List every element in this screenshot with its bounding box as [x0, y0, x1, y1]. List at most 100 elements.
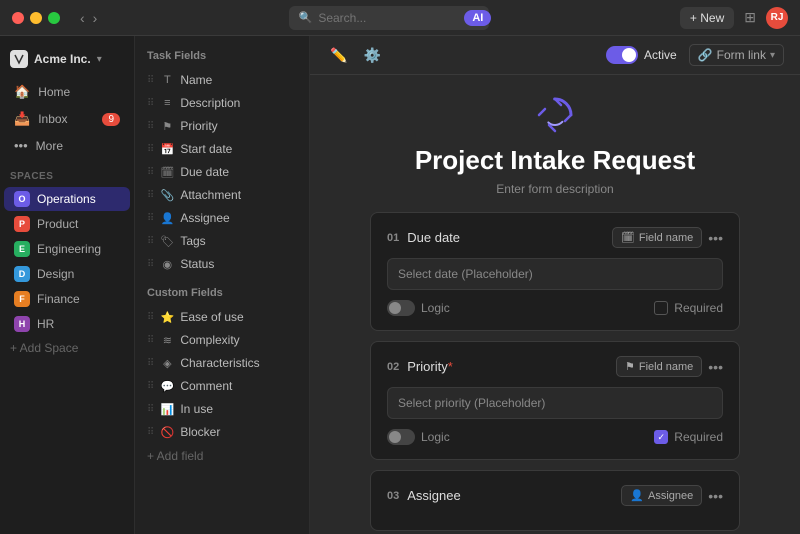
more-button[interactable]: ••• — [708, 488, 723, 504]
field-card-header: 02 Priority* ⚑ Field name ••• — [387, 356, 723, 377]
add-space-button[interactable]: + Add Space — [0, 337, 134, 359]
more-button[interactable]: ••• — [708, 230, 723, 246]
window-controls — [12, 12, 60, 24]
drag-handle: ⠿ — [147, 358, 154, 369]
sidebar-item-home[interactable]: 🏠 Home — [4, 79, 130, 105]
field-item-comment[interactable]: ⠿ 💬 Comment — [139, 375, 305, 397]
field-item-description[interactable]: ⠿ ≡ Description — [139, 92, 305, 114]
form-link-label: Form link — [717, 48, 766, 62]
settings-icon[interactable]: ⚙️ — [359, 45, 384, 66]
form-header: Project Intake Request Enter form descri… — [415, 75, 695, 212]
field-name-badge[interactable]: 🗓 Field name — [612, 227, 702, 248]
sidebar-item-inbox[interactable]: 📥 Inbox 9 — [4, 106, 130, 132]
field-item-assignee[interactable]: ⠿ 👤 Assignee — [139, 207, 305, 229]
field-item-priority[interactable]: ⠿ ⚑ Priority — [139, 115, 305, 137]
drag-handle: ⠿ — [147, 404, 154, 415]
drag-handle: ⠿ — [147, 144, 154, 155]
field-name-badge[interactable]: ⚑ Field name — [616, 356, 702, 377]
logic-toggle: Logic — [387, 300, 450, 316]
field-item-due-date[interactable]: ⠿ 🗓 Due date — [139, 161, 305, 183]
field-item-complexity[interactable]: ⠿ ≋ Complexity — [139, 329, 305, 351]
minimize-btn[interactable] — [30, 12, 42, 24]
maximize-btn[interactable] — [48, 12, 60, 24]
space-icon-hr: H — [14, 316, 30, 332]
field-label: Start date — [180, 142, 232, 156]
field-item-ease-of-use[interactable]: ⠿ ⭐ Ease of use — [139, 306, 305, 328]
sidebar-item-hr[interactable]: H HR — [4, 312, 130, 336]
toolbar-right: Active 🔗 Form link ▾ — [606, 44, 784, 66]
more-button[interactable]: ••• — [708, 359, 723, 375]
required-label: Required — [674, 430, 723, 444]
more-icon: ••• — [14, 138, 28, 153]
logic-toggle-switch[interactable] — [387, 429, 415, 445]
close-btn[interactable] — [12, 12, 24, 24]
required-checkbox[interactable] — [654, 301, 668, 315]
workspace-header[interactable]: Acme Inc. ▾ — [0, 44, 134, 74]
inbox-icon: 📥 — [14, 111, 30, 127]
sidebar-item-product[interactable]: P Product — [4, 212, 130, 236]
add-field-label: + Add field — [147, 449, 203, 463]
comment-icon: 💬 — [160, 380, 174, 393]
form-title: Project Intake Request — [415, 145, 695, 176]
field-input-due-date[interactable]: Select date (Placeholder) — [387, 258, 723, 290]
required-checkbox[interactable]: ✓ — [654, 430, 668, 444]
field-card-title: 03 Assignee — [387, 488, 461, 503]
field-footer: Logic ✓ Required — [387, 429, 723, 445]
field-item-tags[interactable]: ⠿ 🏷 Tags — [139, 230, 305, 252]
drag-handle: ⠿ — [147, 75, 154, 86]
field-item-status[interactable]: ⠿ ◉ Status — [139, 253, 305, 275]
form-description[interactable]: Enter form description — [415, 182, 695, 196]
field-label: Due date — [407, 230, 460, 245]
complexity-icon: ≋ — [160, 334, 174, 347]
nav-arrows: ‹ › — [80, 10, 97, 26]
field-item-blocker[interactable]: ⠿ 🚫 Blocker — [139, 421, 305, 443]
titlebar: ‹ › 🔍 AI + New ⊞ RJ — [0, 0, 800, 36]
search-bar[interactable]: 🔍 AI — [289, 6, 489, 30]
sidebar-item-engineering[interactable]: E Engineering — [4, 237, 130, 261]
drag-handle: ⠿ — [147, 121, 154, 132]
due-date-icon: 🗓 — [160, 166, 174, 179]
custom-fields-label: Custom Fields — [135, 283, 309, 305]
back-icon[interactable]: ‹ — [80, 10, 85, 26]
field-item-in-use[interactable]: ⠿ 📊 In use — [139, 398, 305, 420]
attachment-icon: 📎 — [160, 189, 174, 202]
grid-icon[interactable]: ⊞ — [744, 9, 756, 26]
field-item-characteristics[interactable]: ⠿ ◈ Characteristics — [139, 352, 305, 374]
status-icon: ◉ — [160, 258, 174, 271]
field-input-priority[interactable]: Select priority (Placeholder) — [387, 387, 723, 419]
sidebar-item-operations[interactable]: O Operations — [4, 187, 130, 211]
sidebar-item-design[interactable]: D Design — [4, 262, 130, 286]
space-label: Product — [37, 217, 78, 231]
toolbar-left: ✏️ ⚙️ — [326, 45, 385, 66]
field-item-attachment[interactable]: ⠿ 📎 Attachment — [139, 184, 305, 206]
titlebar-right: + New ⊞ RJ — [680, 7, 788, 29]
avatar[interactable]: RJ — [766, 7, 788, 29]
form-link-button[interactable]: 🔗 Form link ▾ — [689, 44, 784, 66]
sidebar: Acme Inc. ▾ 🏠 Home 📥 Inbox 9 ••• More Sp… — [0, 36, 135, 534]
sidebar-item-more[interactable]: ••• More — [4, 133, 130, 158]
spaces-label: Spaces — [0, 163, 134, 186]
field-item-name[interactable]: ⠿ T Name — [139, 69, 305, 91]
characteristics-icon: ◈ — [160, 357, 174, 370]
workspace-name: Acme Inc. — [34, 52, 91, 66]
add-field-button[interactable]: + Add field — [139, 445, 305, 467]
space-icon-design: D — [14, 266, 30, 282]
edit-icon[interactable]: ✏️ — [326, 45, 351, 66]
sidebar-item-label: Home — [38, 85, 70, 99]
forward-icon[interactable]: › — [93, 10, 98, 26]
field-name-badge[interactable]: 👤 Assignee — [621, 485, 702, 506]
field-number: 03 — [387, 490, 399, 502]
sidebar-item-finance[interactable]: F Finance — [4, 287, 130, 311]
logic-toggle-switch[interactable] — [387, 300, 415, 316]
active-toggle[interactable] — [606, 46, 638, 64]
field-number: 02 — [387, 361, 399, 373]
drag-handle: ⠿ — [147, 381, 154, 392]
space-icon-engineering: E — [14, 241, 30, 257]
search-input[interactable] — [318, 11, 458, 25]
field-item-start-date[interactable]: ⠿ 📅 Start date — [139, 138, 305, 160]
field-label: Comment — [180, 379, 232, 393]
field-label: Priority* — [407, 359, 453, 374]
new-button[interactable]: + New — [680, 7, 734, 29]
in-use-icon: 📊 — [160, 403, 174, 416]
chevron-down-icon: ▾ — [770, 50, 775, 61]
